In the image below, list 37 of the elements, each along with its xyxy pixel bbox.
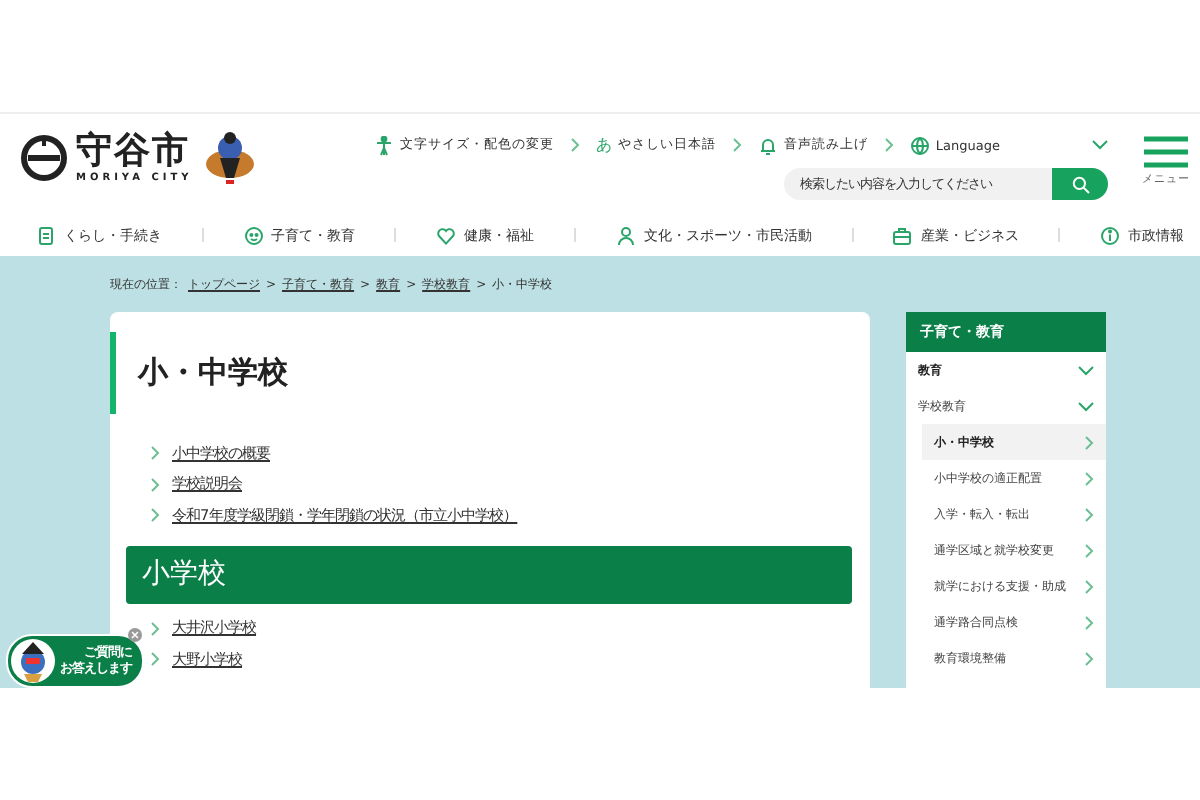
chevron-right-icon (883, 138, 894, 152)
chevron-right-icon (150, 446, 160, 461)
section-heading: 小学校 (126, 545, 852, 603)
chevron-right-icon (1084, 435, 1094, 449)
chevron-right-icon (150, 508, 160, 523)
chevron-right-icon (1084, 471, 1094, 485)
chevron-right-icon (569, 138, 580, 152)
chevron-right-icon (150, 652, 160, 667)
bell-icon (757, 135, 778, 155)
chevron-right-icon (1084, 507, 1094, 521)
briefcase-icon (892, 225, 913, 245)
chevron-down-icon (1078, 365, 1094, 375)
chevron-down-icon (1092, 140, 1108, 150)
city-emblem-icon (20, 134, 68, 182)
logo-text[interactable]: 守谷市 (76, 131, 193, 171)
search-button[interactable] (1052, 168, 1108, 200)
document-icon (36, 225, 56, 245)
menu-icon (1144, 136, 1188, 168)
chevron-right-icon (1084, 579, 1094, 593)
chevron-right-icon (1084, 543, 1094, 557)
person-icon (373, 135, 394, 155)
close-icon (130, 630, 140, 640)
info-icon (1099, 225, 1120, 245)
heart-icon (436, 225, 457, 245)
mascot-icon (10, 638, 56, 684)
chevron-down-icon (1078, 401, 1094, 411)
chevron-right-icon (1084, 615, 1094, 629)
chevron-right-icon (150, 621, 160, 636)
search-icon (1071, 175, 1089, 193)
person-icon (615, 225, 636, 245)
globe-icon (909, 135, 930, 155)
child-face-icon (243, 225, 264, 245)
chevron-right-icon (731, 138, 742, 152)
chevron-right-icon (150, 477, 160, 492)
page-title: 小・中学校 (110, 332, 870, 414)
hiragana-icon: あ (595, 134, 612, 156)
chevron-right-icon (1084, 651, 1094, 665)
